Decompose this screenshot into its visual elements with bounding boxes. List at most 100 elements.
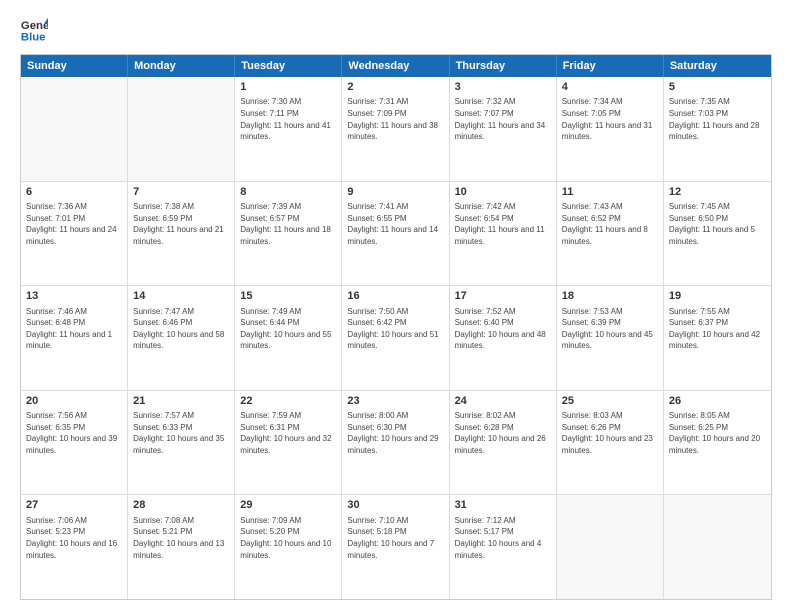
day-number: 11 [562,185,658,200]
calendar-cell: 30Sunrise: 7:10 AMSunset: 5:18 PMDayligh… [342,495,449,599]
calendar-cell: 20Sunrise: 7:56 AMSunset: 6:35 PMDayligh… [21,391,128,495]
calendar-cell: 24Sunrise: 8:02 AMSunset: 6:28 PMDayligh… [450,391,557,495]
calendar-cell: 14 Sunrise: 7:47 AMSunset: 6:46 PMDayligh… [128,286,235,390]
sun-info: Sunrise: 7:57 AMSunset: 6:33 PMDaylight:… [133,410,229,456]
sun-info: Sunrise: 7:31 AMSunset: 7:09 PMDaylight:… [347,96,443,142]
calendar-cell: 18 Sunrise: 7:53 AMSunset: 6:39 PMDayligh… [557,286,664,390]
calendar-cell: 15Sunrise: 7:49 AMSunset: 6:44 PMDayligh… [235,286,342,390]
day-number: 8 [240,185,336,200]
day-of-week-header: Saturday [664,55,771,77]
calendar-cell [21,77,128,181]
calendar-cell [557,495,664,599]
sun-info: Sunrise: 8:03 AMSunset: 6:26 PMDaylight:… [562,410,658,456]
sun-info: Sunrise: 7:59 AMSunset: 6:31 PMDaylight:… [240,410,336,456]
calendar-cell: 31 Sunrise: 7:12 AMSunset: 5:17 PMDayligh… [450,495,557,599]
sun-info: Sunrise: 7:36 AMSunset: 7:01 PMDaylight:… [26,201,122,247]
calendar-cell: 27 Sunrise: 7:06 AMSunset: 5:23 PMDayligh… [21,495,128,599]
sun-info: Sunrise: 8:02 AMSunset: 6:28 PMDaylight:… [455,410,551,456]
day-number: 2 [347,80,443,95]
sun-info: Sunrise: 8:00 AMSunset: 6:30 PMDaylight:… [347,410,443,456]
logo: General Blue [20,16,48,44]
day-number: 27 [26,498,122,513]
day-number: 25 [562,394,658,409]
calendar-cell: 25Sunrise: 8:03 AMSunset: 6:26 PMDayligh… [557,391,664,495]
day-number: 3 [455,80,551,95]
sun-info: Sunrise: 7:35 AMSunset: 7:03 PMDaylight:… [669,96,766,142]
calendar-row: 6Sunrise: 7:36 AMSunset: 7:01 PMDaylight… [21,181,771,286]
svg-text:Blue: Blue [21,32,46,44]
day-of-week-header: Friday [557,55,664,77]
svg-text:General: General [21,20,48,32]
day-of-week-header: Tuesday [235,55,342,77]
day-number: 22 [240,394,336,409]
calendar-cell: 10Sunrise: 7:42 AMSunset: 6:54 PMDayligh… [450,182,557,286]
page-header: General Blue [20,16,772,44]
sun-info: Sunrise: 7:45 AMSunset: 6:50 PMDaylight:… [669,201,766,247]
calendar-header: SundayMondayTuesdayWednesdayThursdayFrid… [21,55,771,77]
day-number: 10 [455,185,551,200]
sun-info: Sunrise: 7:49 AMSunset: 6:44 PMDaylight:… [240,306,336,352]
calendar-cell: 19 Sunrise: 7:55 AMSunset: 6:37 PMDayligh… [664,286,771,390]
calendar-cell: 13Sunrise: 7:46 AMSunset: 6:48 PMDayligh… [21,286,128,390]
day-number: 30 [347,498,443,513]
calendar-row: 13Sunrise: 7:46 AMSunset: 6:48 PMDayligh… [21,285,771,390]
sun-info: Sunrise: 7:46 AMSunset: 6:48 PMDaylight:… [26,306,122,352]
sun-info: Sunrise: 7:38 AMSunset: 6:59 PMDaylight:… [133,201,229,247]
calendar-cell: 17 Sunrise: 7:52 AMSunset: 6:40 PMDayligh… [450,286,557,390]
sun-info: Sunrise: 7:53 AMSunset: 6:39 PMDaylight:… [562,306,658,352]
calendar-cell: 3Sunrise: 7:32 AMSunset: 7:07 PMDaylight… [450,77,557,181]
day-number: 18 [562,289,658,304]
calendar-row: 27 Sunrise: 7:06 AMSunset: 5:23 PMDayligh… [21,494,771,599]
calendar-cell: 9Sunrise: 7:41 AMSunset: 6:55 PMDaylight… [342,182,449,286]
day-number: 31 [455,498,551,513]
calendar-cell: 16 Sunrise: 7:50 AMSunset: 6:42 PMDayligh… [342,286,449,390]
sun-info: Sunrise: 7:42 AMSunset: 6:54 PMDaylight:… [455,201,551,247]
calendar-page: General Blue SundayMondayTuesdayWednesda… [0,0,792,612]
day-number: 28 [133,498,229,513]
day-number: 29 [240,498,336,513]
day-number: 17 [455,289,551,304]
sun-info: Sunrise: 7:12 AMSunset: 5:17 PMDaylight:… [455,515,551,561]
calendar: SundayMondayTuesdayWednesdayThursdayFrid… [20,54,772,600]
day-number: 21 [133,394,229,409]
sun-info: Sunrise: 7:08 AMSunset: 5:21 PMDaylight:… [133,515,229,561]
calendar-cell: 23Sunrise: 8:00 AMSunset: 6:30 PMDayligh… [342,391,449,495]
calendar-cell: 7Sunrise: 7:38 AMSunset: 6:59 PMDaylight… [128,182,235,286]
logo-icon: General Blue [20,16,48,44]
calendar-cell: 2Sunrise: 7:31 AMSunset: 7:09 PMDaylight… [342,77,449,181]
sun-info: Sunrise: 7:32 AMSunset: 7:07 PMDaylight:… [455,96,551,142]
calendar-cell: 29 Sunrise: 7:09 AMSunset: 5:20 PMDayligh… [235,495,342,599]
calendar-cell: 4Sunrise: 7:34 AMSunset: 7:05 PMDaylight… [557,77,664,181]
sun-info: Sunrise: 7:06 AMSunset: 5:23 PMDaylight:… [26,515,122,561]
sun-info: Sunrise: 7:52 AMSunset: 6:40 PMDaylight:… [455,306,551,352]
day-number: 9 [347,185,443,200]
day-of-week-header: Sunday [21,55,128,77]
sun-info: Sunrise: 7:50 AMSunset: 6:42 PMDaylight:… [347,306,443,352]
calendar-body: 1Sunrise: 7:30 AMSunset: 7:11 PMDaylight… [21,77,771,599]
day-number: 24 [455,394,551,409]
day-number: 12 [669,185,766,200]
calendar-cell: 12Sunrise: 7:45 AMSunset: 6:50 PMDayligh… [664,182,771,286]
sun-info: Sunrise: 7:41 AMSunset: 6:55 PMDaylight:… [347,201,443,247]
day-number: 19 [669,289,766,304]
sun-info: Sunrise: 8:05 AMSunset: 6:25 PMDaylight:… [669,410,766,456]
calendar-cell: 8Sunrise: 7:39 AMSunset: 6:57 PMDaylight… [235,182,342,286]
calendar-cell: 28 Sunrise: 7:08 AMSunset: 5:21 PMDayligh… [128,495,235,599]
sun-info: Sunrise: 7:55 AMSunset: 6:37 PMDaylight:… [669,306,766,352]
day-of-week-header: Wednesday [342,55,449,77]
day-of-week-header: Monday [128,55,235,77]
sun-info: Sunrise: 7:39 AMSunset: 6:57 PMDaylight:… [240,201,336,247]
day-of-week-header: Thursday [450,55,557,77]
day-number: 6 [26,185,122,200]
calendar-cell [664,495,771,599]
calendar-cell: 5Sunrise: 7:35 AMSunset: 7:03 PMDaylight… [664,77,771,181]
day-number: 4 [562,80,658,95]
day-number: 1 [240,80,336,95]
day-number: 14 [133,289,229,304]
day-number: 16 [347,289,443,304]
sun-info: Sunrise: 7:09 AMSunset: 5:20 PMDaylight:… [240,515,336,561]
calendar-cell: 11Sunrise: 7:43 AMSunset: 6:52 PMDayligh… [557,182,664,286]
day-number: 7 [133,185,229,200]
sun-info: Sunrise: 7:47 AMSunset: 6:46 PMDaylight:… [133,306,229,352]
calendar-cell: 26Sunrise: 8:05 AMSunset: 6:25 PMDayligh… [664,391,771,495]
